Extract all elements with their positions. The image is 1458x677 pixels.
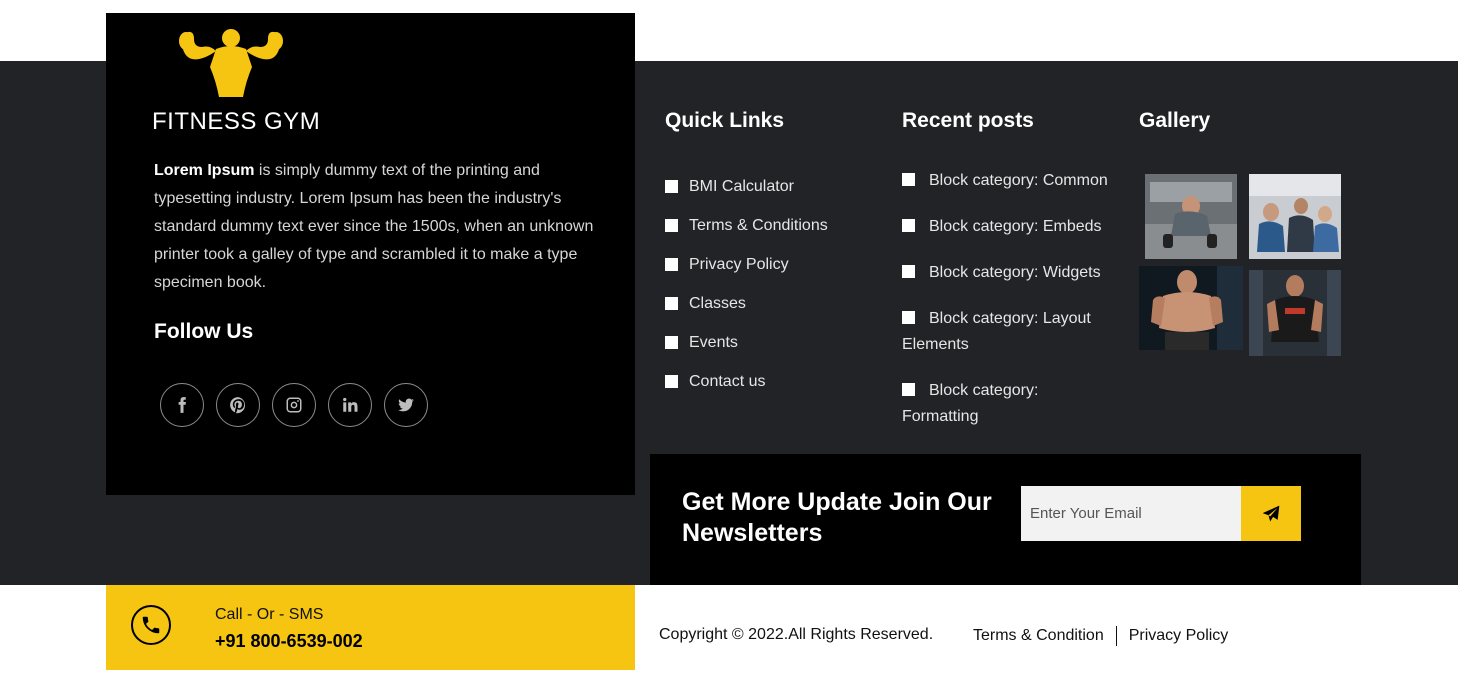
- social-links: [160, 383, 428, 427]
- divider: [1115, 626, 1117, 646]
- phone-icon[interactable]: [131, 605, 171, 645]
- gallery-image-group-class[interactable]: [1249, 174, 1341, 259]
- newsletter-submit-button[interactable]: [1241, 486, 1301, 541]
- copyright-text: Copyright © 2022.All Rights Reserved.: [659, 626, 934, 643]
- square-bullet-icon: [665, 297, 678, 310]
- send-icon: [1262, 505, 1280, 521]
- call-bar: Call - Or - SMS +91 800-6539-002: [106, 585, 635, 670]
- quick-link-privacy[interactable]: Privacy Policy: [665, 245, 828, 284]
- privacy-link[interactable]: Privacy Policy: [1129, 627, 1229, 645]
- square-bullet-icon: [902, 173, 915, 186]
- quick-link-label[interactable]: Events: [689, 334, 738, 352]
- quick-link-label[interactable]: Terms & Conditions: [689, 217, 828, 235]
- brand-name[interactable]: FITNESS GYM: [152, 108, 320, 136]
- about-rest: is simply dummy text of the printing and…: [154, 162, 594, 291]
- gallery-grid: [1139, 174, 1341, 356]
- quick-link-label[interactable]: BMI Calculator: [689, 178, 794, 196]
- facebook-icon: [178, 397, 186, 413]
- quick-link-bmi[interactable]: BMI Calculator: [665, 167, 828, 206]
- recent-post-item[interactable]: Block category: Formatting: [902, 378, 1117, 430]
- recent-post-item[interactable]: Block category: Widgets: [902, 260, 1117, 286]
- about-text: Lorem Ipsum is simply dummy text of the …: [154, 157, 594, 297]
- square-bullet-icon: [902, 219, 915, 232]
- quick-link-label[interactable]: Privacy Policy: [689, 256, 789, 274]
- square-bullet-icon: [665, 219, 678, 232]
- quick-link-events[interactable]: Events: [665, 323, 828, 362]
- recent-post-label[interactable]: Block category: Embeds: [929, 218, 1102, 235]
- quick-links-title: Quick Links: [665, 109, 785, 132]
- call-number[interactable]: +91 800-6539-002: [215, 631, 363, 652]
- square-bullet-icon: [665, 180, 678, 193]
- twitter-link[interactable]: [384, 383, 428, 427]
- call-label: Call - Or - SMS: [215, 606, 324, 623]
- gallery-title: Gallery: [1139, 109, 1211, 132]
- quick-link-label[interactable]: Contact us: [689, 373, 765, 391]
- square-bullet-icon: [902, 383, 915, 396]
- newsletter-panel: Get More Update Join Our Newsletters: [650, 454, 1361, 585]
- twitter-icon: [398, 398, 414, 412]
- linkedin-icon: [343, 397, 358, 412]
- about-bold: Lorem Ipsum: [154, 162, 255, 179]
- page: FITNESS GYM Lorem Ipsum is simply dummy …: [0, 0, 1458, 677]
- terms-link[interactable]: Terms & Condition: [973, 627, 1104, 645]
- instagram-link[interactable]: [272, 383, 316, 427]
- quick-link-label[interactable]: Classes: [689, 295, 746, 313]
- square-bullet-icon: [665, 375, 678, 388]
- gallery-image-bodybuilder[interactable]: [1139, 266, 1243, 350]
- recent-post-label[interactable]: Block category: Formatting: [902, 382, 1038, 425]
- recent-posts-title: Recent posts: [902, 109, 1034, 132]
- newsletter-email-input[interactable]: [1021, 486, 1241, 541]
- quick-link-classes[interactable]: Classes: [665, 284, 828, 323]
- recent-post-item[interactable]: Block category: Common: [902, 168, 1117, 194]
- recent-post-item[interactable]: Block category: Embeds: [902, 214, 1117, 240]
- quick-link-contact[interactable]: Contact us: [665, 362, 828, 401]
- pinterest-link[interactable]: [216, 383, 260, 427]
- quick-links-list: BMI Calculator Terms & Conditions Privac…: [665, 167, 828, 401]
- facebook-link[interactable]: [160, 383, 204, 427]
- follow-title: Follow Us: [154, 320, 254, 343]
- square-bullet-icon: [665, 258, 678, 271]
- instagram-icon: [286, 397, 302, 413]
- square-bullet-icon: [665, 336, 678, 349]
- square-bullet-icon: [902, 311, 915, 324]
- pinterest-icon: [230, 397, 246, 414]
- recent-post-item[interactable]: Block category: Layout Elements: [902, 306, 1117, 358]
- quick-link-terms[interactable]: Terms & Conditions: [665, 206, 828, 245]
- gallery-image-trainer[interactable]: [1249, 270, 1341, 356]
- brand-panel: FITNESS GYM Lorem Ipsum is simply dummy …: [106, 13, 635, 495]
- recent-post-label[interactable]: Block category: Layout Elements: [902, 310, 1091, 353]
- square-bullet-icon: [902, 265, 915, 278]
- recent-posts-list: Block category: Common Block category: E…: [902, 168, 1117, 450]
- gallery-image-workout[interactable]: [1145, 174, 1237, 259]
- bodybuilder-logo-icon[interactable]: [172, 27, 290, 99]
- linkedin-link[interactable]: [328, 383, 372, 427]
- newsletter-title: Get More Update Join Our Newsletters: [682, 488, 992, 547]
- recent-post-label[interactable]: Block category: Common: [929, 172, 1108, 189]
- legal-links: Terms & Condition Privacy Policy: [973, 626, 1228, 646]
- recent-post-label[interactable]: Block category: Widgets: [929, 264, 1101, 281]
